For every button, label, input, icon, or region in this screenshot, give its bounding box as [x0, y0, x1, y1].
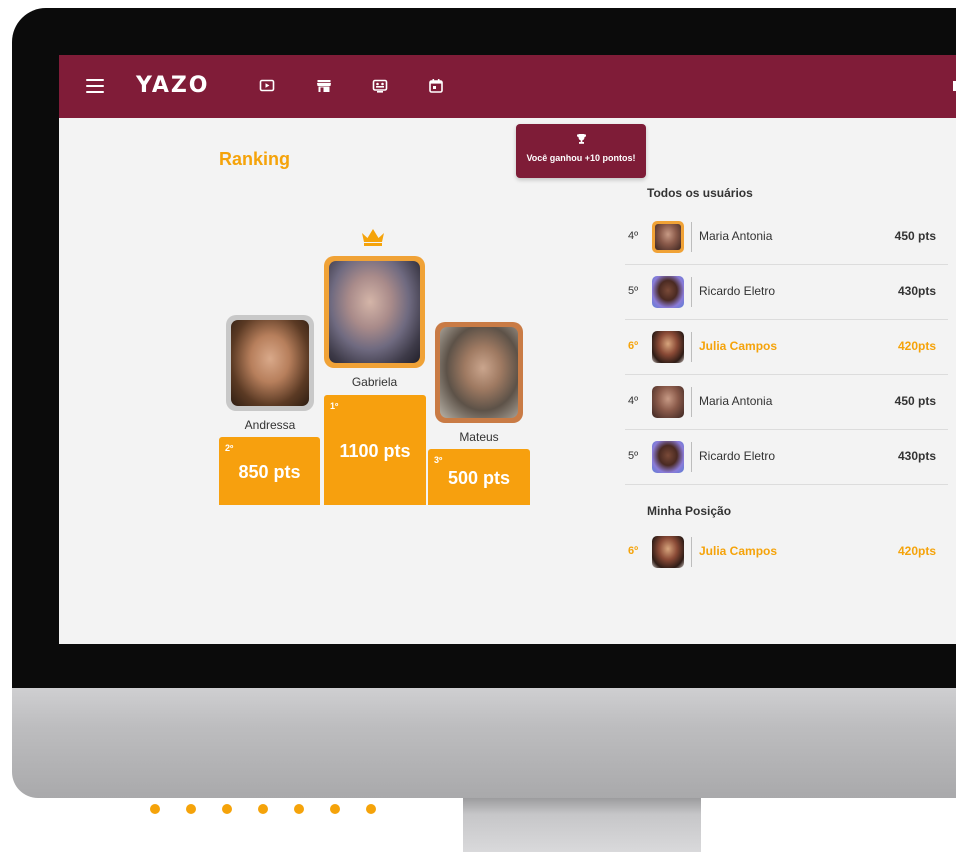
my-position-row[interactable]: 6º Julia Campos 420pts [625, 525, 948, 579]
my-position-title: Minha Posição [647, 504, 732, 518]
rank-position: 4º [628, 395, 639, 407]
trophy-icon [516, 133, 646, 147]
points-toast[interactable]: Você ganhou +10 pontos! [516, 124, 646, 178]
rank-position: 5º [628, 450, 639, 462]
avatar-third-place[interactable] [435, 322, 523, 423]
podium-points-first: 1100 pts [339, 441, 411, 461]
podium-name-third: Mateus [459, 430, 499, 444]
user-name: Ricardo Eletro [699, 449, 776, 463]
avatar [652, 441, 684, 473]
decorative-dots [150, 804, 376, 814]
avatar [652, 276, 684, 308]
user-name: Julia Campos [699, 544, 778, 558]
podium-block-first: 1º 1100 pts [324, 395, 426, 505]
user-points: 430pts [897, 449, 936, 463]
play-video-icon[interactable] [259, 78, 275, 94]
ranking-title: Ranking [219, 149, 291, 169]
avatar [652, 386, 684, 418]
presentation-icon[interactable] [372, 78, 388, 94]
menu-icon[interactable] [86, 79, 104, 93]
rank-position: 6º [628, 340, 639, 352]
monitor-chin [12, 688, 956, 798]
user-name: Maria Antonia [699, 229, 773, 243]
user-points: 450 pts [894, 394, 936, 408]
avatar [652, 536, 684, 568]
user-name: Maria Antonia [699, 394, 773, 408]
podium-name-first: Gabriela [351, 375, 398, 389]
podium-place-second: 2º [225, 443, 234, 453]
avatar-second-place[interactable] [226, 315, 314, 411]
list-item[interactable]: 6º Julia Campos 420pts [625, 320, 948, 375]
user-points: 430pts [897, 284, 936, 298]
avatar-first-place[interactable] [324, 256, 425, 368]
list-item[interactable]: 5º Ricardo Eletro 430pts [625, 265, 948, 320]
podium-points-third: 500 pts [447, 468, 511, 488]
monitor-stand [463, 798, 701, 852]
top-navigation-bar: YAZO [59, 55, 956, 118]
user-points: 420pts [897, 544, 936, 558]
podium-place-third: 3º [434, 455, 443, 465]
rank-position: 4º [628, 230, 639, 242]
list-item[interactable]: 4º Maria Antonia 450 pts [625, 375, 948, 430]
app-logo[interactable]: YAZO [136, 73, 210, 98]
toast-message: Você ganhou +10 pontos! [526, 153, 636, 163]
user-name: Julia Campos [699, 339, 778, 353]
podium-block-second: 2º 850 pts [219, 437, 320, 505]
crown-icon [362, 229, 384, 246]
rank-position: 6º [628, 545, 639, 557]
podium-name-second: Andressa [244, 418, 296, 432]
store-icon[interactable] [316, 78, 332, 94]
app-screen: YAZO Você ganhou +10 pontos! Ranking And… [59, 55, 956, 644]
podium-place-first: 1º [330, 401, 339, 411]
calendar-icon[interactable] [428, 78, 444, 94]
avatar [652, 331, 684, 363]
list-item[interactable]: 5º Ricardo Eletro 430pts [625, 430, 948, 485]
user-points: 450 pts [894, 229, 936, 243]
podium-block-third: 3º 500 pts [428, 449, 530, 505]
rank-position: 5º [628, 285, 639, 297]
list-item[interactable]: 4º Maria Antonia 450 pts [625, 210, 948, 265]
all-users-title: Todos os usuários [647, 186, 753, 200]
user-points: 420pts [897, 339, 936, 353]
avatar [652, 221, 684, 253]
podium-points-second: 850 pts [238, 462, 301, 482]
user-name: Ricardo Eletro [699, 284, 776, 298]
